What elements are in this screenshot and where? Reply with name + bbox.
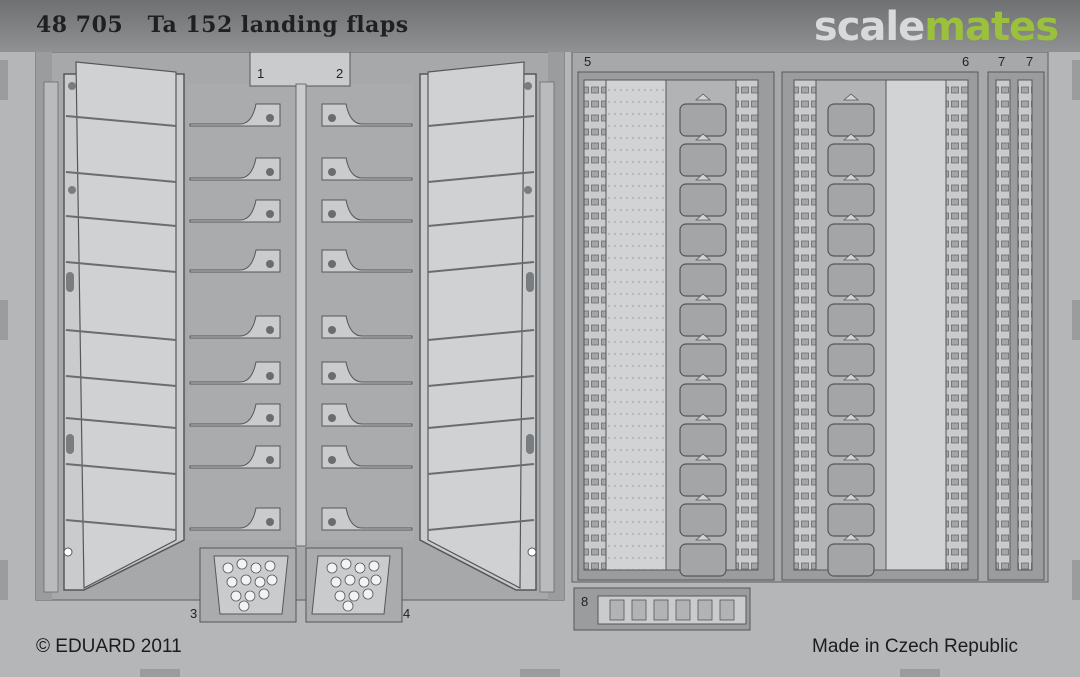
part-7-strips xyxy=(987,71,1045,581)
part-number-8: 8 xyxy=(581,594,589,609)
logo-text-scale: scale xyxy=(813,4,925,50)
part-8-strip xyxy=(573,587,751,631)
part-number-7b: 7 xyxy=(1026,54,1034,69)
scalemates-logo: scalemates xyxy=(813,4,1059,50)
part-number-7a: 7 xyxy=(998,54,1006,69)
photo-etch-sheet xyxy=(0,51,1080,677)
part-5-strip xyxy=(577,71,775,581)
sheet-title: 48 705 Ta 152 landing flaps xyxy=(36,12,409,38)
right-flap-panel xyxy=(419,61,537,591)
part-number-2: 2 xyxy=(336,66,344,81)
copyright-text: © EDUARD 2011 xyxy=(36,636,182,657)
logo-text-mates: mates xyxy=(924,4,1059,50)
made-in-text: Made in Czech Republic xyxy=(812,636,1018,657)
part-6-strip xyxy=(781,71,979,581)
part-number-6: 6 xyxy=(962,54,970,69)
part-number-5: 5 xyxy=(584,54,592,69)
title-bar: 48 705 Ta 152 landing flaps scalemates xyxy=(0,0,1080,52)
part-number-1: 1 xyxy=(257,66,265,81)
left-flap-panel xyxy=(63,61,185,591)
part-number-4: 4 xyxy=(403,606,411,621)
part-number-3: 3 xyxy=(190,606,198,621)
